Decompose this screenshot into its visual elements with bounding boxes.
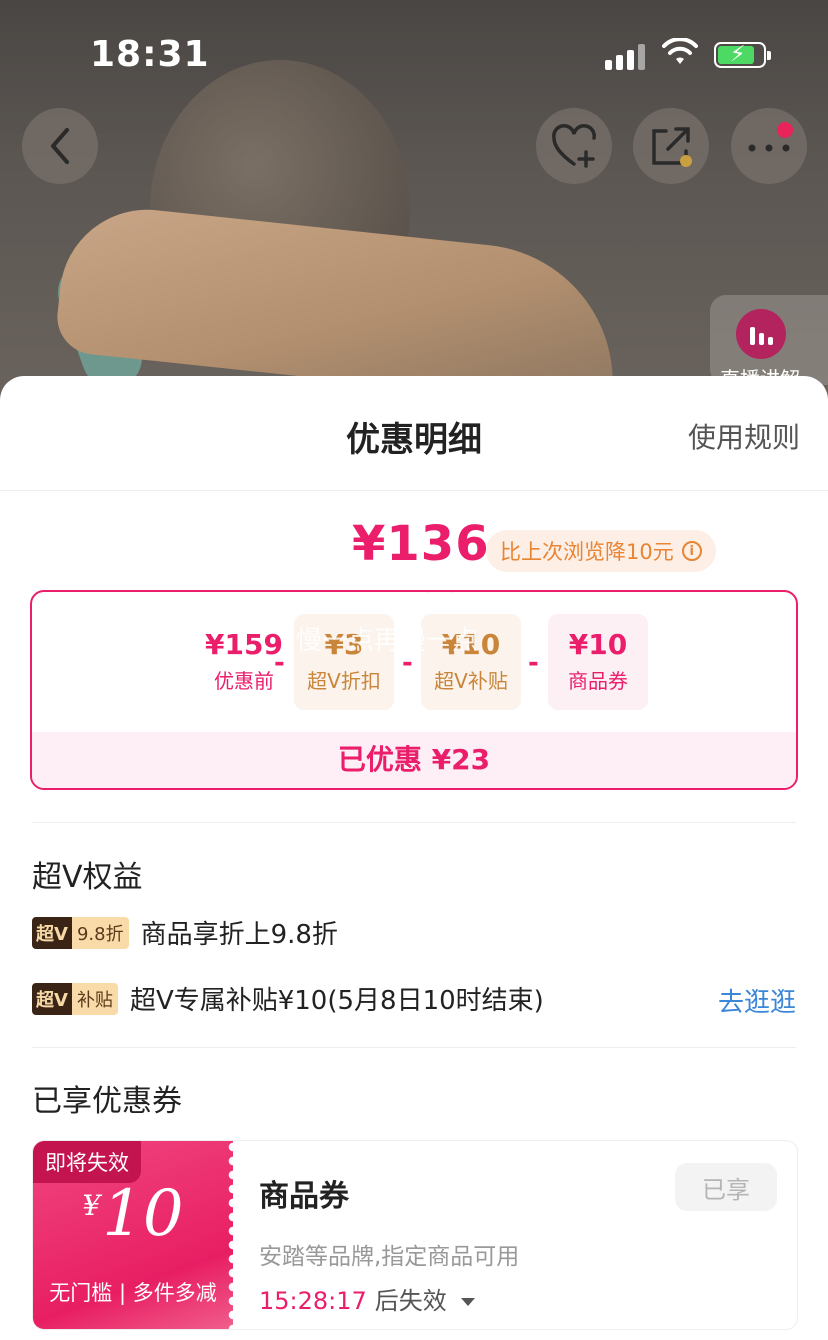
battery-icon: ⚡ <box>714 42 771 68</box>
wifi-icon <box>662 38 698 64</box>
coupons-section-title: 已享优惠券 <box>32 1084 182 1119</box>
coupon-description: 安踏等品牌,指定商品可用 <box>259 1244 520 1270</box>
breakdown-label: 超V补贴 <box>434 669 508 693</box>
countdown-suffix: 后失效 <box>374 1287 447 1315</box>
minus-sign: - <box>528 648 539 678</box>
coupon-amount-value: 10 <box>102 1177 184 1251</box>
usage-rules-link[interactable]: 使用规则 <box>688 416 800 456</box>
benefit-text: 超V专属补贴¥10(5月8日10时结束) <box>129 986 544 1016</box>
breakdown-product-coupon: ¥10 商品券 <box>548 614 648 710</box>
pointer-notch <box>427 592 453 604</box>
countdown-time: 15:28:17 <box>259 1287 367 1315</box>
badge-right: 补贴 <box>71 982 118 1015</box>
status-bar: 18:31 ⚡ <box>0 0 828 100</box>
caret-down-icon <box>460 1298 475 1306</box>
heart-plus-icon <box>552 124 596 168</box>
minus-sign: - <box>274 648 285 678</box>
superv-discount-badge: 超V 9.8折 <box>32 916 129 949</box>
more-button[interactable] <box>731 108 807 184</box>
price-breakdown-box: ¥159 优惠前 - ¥3 超V折扣 - ¥10 超V补贴 - ¥10 商品券 … <box>30 590 798 790</box>
badge-left: 超V <box>32 916 72 949</box>
charging-bolt-icon: ⚡ <box>730 42 746 67</box>
live-bars-icon <box>736 309 786 359</box>
header-divider <box>0 490 828 491</box>
section-divider <box>32 1047 796 1048</box>
superv-discount-benefit: 超V 9.8折 商品享折上9.8折 <box>32 914 338 951</box>
breakdown-value: ¥10 <box>568 628 628 661</box>
more-dots-icon <box>748 144 790 152</box>
back-button[interactable] <box>22 108 98 184</box>
breakdown-value: ¥10 <box>441 628 501 661</box>
final-price: ¥136 <box>352 516 490 572</box>
price-drop-badge[interactable]: 比上次浏览降10元 i <box>486 530 716 572</box>
breakdown-superv-subsidy: ¥10 超V补贴 <box>421 614 521 710</box>
superv-subsidy-benefit: 超V 补贴 超V专属补贴¥10(5月8日10时结束) <box>32 980 544 1017</box>
live-explain-tag[interactable]: 直播讲解 <box>710 295 828 391</box>
coupon-applied-button[interactable]: 已享 <box>675 1163 777 1211</box>
coupon-name: 商品券 <box>259 1179 349 1214</box>
favorite-button[interactable] <box>536 108 612 184</box>
price-drop-text: 比上次浏览降10元 <box>500 540 674 564</box>
breakdown-value: ¥3 <box>324 628 364 661</box>
coupon-card: 即将失效 ¥10 无门槛 | 多件多减 商品券 安踏等品牌,指定商品可用 15:… <box>32 1140 798 1330</box>
section-divider <box>32 822 796 823</box>
perforation-edge <box>227 1141 239 1329</box>
minus-sign: - <box>402 648 413 678</box>
status-time: 18:31 <box>90 34 210 75</box>
coupon-amount: ¥10 <box>33 1177 233 1251</box>
breakdown-superv-discount: ¥3 超V折扣 <box>294 614 394 710</box>
badge-right: 9.8折 <box>71 916 129 949</box>
breakdown-label: 超V折扣 <box>307 669 381 693</box>
currency-symbol: ¥ <box>82 1189 101 1222</box>
coupon-condition: 无门槛 | 多件多减 <box>49 1281 217 1305</box>
share-button[interactable] <box>633 108 709 184</box>
breakdown-label: 商品券 <box>568 669 628 693</box>
total-saved: 已优惠 ¥23 <box>32 732 796 788</box>
superv-subsidy-badge: 超V 补贴 <box>32 982 118 1015</box>
benefit-text: 商品享折上9.8折 <box>140 920 338 950</box>
browse-link[interactable]: 去逛逛 <box>718 982 796 1019</box>
superv-section-title: 超V权益 <box>32 860 143 895</box>
badge-left: 超V <box>32 982 72 1015</box>
coupon-value-panel: 即将失效 ¥10 无门槛 | 多件多减 <box>33 1141 239 1329</box>
coupon-countdown[interactable]: 15:28:17 后失效 <box>259 1281 475 1316</box>
discount-details-sheet: 优惠明细 使用规则 ¥136 比上次浏览降10元 i ¥159 优惠前 - ¥3… <box>0 376 828 1340</box>
notification-dot <box>777 122 793 138</box>
info-icon: i <box>681 541 702 561</box>
cellular-signal-icon <box>605 42 649 70</box>
chevron-left-icon <box>51 128 69 164</box>
share-icon <box>652 127 692 167</box>
